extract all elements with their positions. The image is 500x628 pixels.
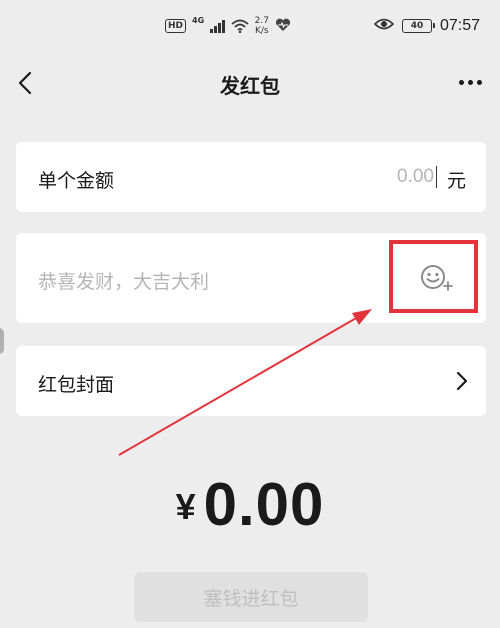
speed-value: 2.7 xyxy=(254,16,269,26)
cover-card[interactable]: 红包封面 xyxy=(16,346,486,416)
eye-icon xyxy=(373,16,395,35)
network-speed: 2.7 K/s xyxy=(255,16,269,36)
amount-input[interactable]: 0.00 xyxy=(397,166,434,188)
status-left: HD 4G 2.7 K/s xyxy=(165,16,291,36)
chevron-right-icon xyxy=(456,371,468,391)
status-right: 40 07:57 xyxy=(373,16,480,35)
amount-unit: 元 xyxy=(446,170,466,192)
status-time: 07:57 xyxy=(439,16,480,34)
heart-health-icon xyxy=(275,17,291,36)
submit-button[interactable]: 塞钱进红包 xyxy=(134,572,368,622)
status-bar: HD 4G 2.7 K/s 40 07:57 xyxy=(0,0,500,58)
more-options-button[interactable] xyxy=(456,72,484,92)
currency-symbol: ¥ xyxy=(175,486,196,527)
battery-level: 40 xyxy=(410,20,424,31)
page-title: 发红包 xyxy=(220,74,280,98)
nav-bar: 发红包 xyxy=(0,58,500,108)
speed-unit: K/s xyxy=(255,26,269,36)
text-cursor xyxy=(435,166,437,188)
amount-label: 单个金额 xyxy=(38,170,115,192)
wifi-icon xyxy=(231,19,249,33)
total-value: 0.00 xyxy=(203,471,325,538)
hd-badge: HD xyxy=(165,19,187,33)
cover-label: 红包封面 xyxy=(38,374,115,396)
highlight-box xyxy=(389,240,478,313)
more-dot-icon xyxy=(476,79,482,85)
greeting-input[interactable]: 恭喜发财，大吉大利 xyxy=(38,267,209,294)
battery-icon: 40 xyxy=(401,18,435,33)
more-dot-icon xyxy=(467,79,473,85)
signal-icon xyxy=(210,19,225,33)
amount-card[interactable]: 单个金额 0.00 元 xyxy=(16,142,486,212)
edge-handle xyxy=(0,328,4,354)
total-amount: ¥0.00 xyxy=(0,470,500,539)
network-type: 4G xyxy=(192,15,205,25)
more-dot-icon xyxy=(458,79,464,85)
